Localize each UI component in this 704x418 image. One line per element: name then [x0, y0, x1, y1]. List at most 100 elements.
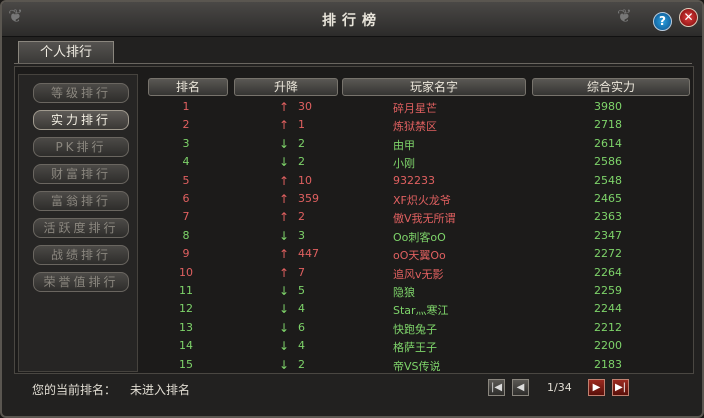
change-cell: 2 — [298, 210, 305, 224]
change-cell: 2 — [298, 136, 305, 150]
table-row[interactable]: 3 ↓ 2 由甲 2614 — [142, 137, 698, 156]
sidebar-item-level[interactable]: 等级排行 — [33, 83, 129, 103]
rank-cell: 1 — [182, 100, 190, 113]
arrow-down-icon: ↓ — [278, 320, 290, 335]
column-header-player-name[interactable]: 玩家名字 — [342, 78, 526, 96]
sidebar-item-strength[interactable]: 实力排行 — [33, 110, 129, 130]
change-cell: 359 — [298, 192, 319, 205]
sidebar-item-pk[interactable]: PK排行 — [33, 137, 129, 157]
change-cell: 1 — [298, 118, 305, 132]
rank-cell: 12 — [179, 302, 193, 316]
power-cell: 2465 — [594, 192, 622, 205]
power-cell: 2718 — [594, 118, 622, 132]
table-row[interactable]: 9 ↑ 447 oO天翼Oo 2272 — [142, 247, 698, 266]
change-cell: 2 — [298, 357, 305, 371]
change-cell: 7 — [298, 265, 305, 279]
rank-cell: 3 — [182, 136, 190, 150]
column-header-rank[interactable]: 排名 — [148, 78, 228, 96]
table-row[interactable]: 6 ↑ 359 XF炽火龙爷 2465 — [142, 192, 698, 211]
last-page-button[interactable]: ▶| — [612, 379, 629, 396]
first-page-button[interactable]: |◀ — [488, 379, 505, 396]
player-name-cell: Star灬寒江 — [393, 304, 449, 318]
next-page-button[interactable]: ▶ — [588, 379, 605, 396]
column-header-power[interactable]: 综合实力 — [532, 78, 690, 96]
table-row[interactable]: 8 ↓ 3 Oo刺客oO 2347 — [142, 229, 698, 248]
table-row[interactable]: 13 ↓ 6 快跑兔子 2212 — [142, 321, 698, 340]
sidebar-item-battle[interactable]: 战绩排行 — [33, 245, 129, 265]
arrow-down-icon: ↓ — [278, 155, 290, 170]
table-row[interactable]: 10 ↑ 7 追风v无影 2264 — [142, 266, 698, 285]
arrow-down-icon: ↓ — [278, 284, 290, 298]
table-row[interactable]: 5 ↑ 10 932233 2548 — [142, 174, 698, 193]
change-cell: 5 — [298, 284, 305, 297]
arrow-up-icon: ↑ — [278, 247, 290, 262]
power-cell: 2200 — [594, 339, 622, 353]
arrow-down-icon: ↓ — [278, 136, 290, 151]
category-sidebar: 等级排行 实力排行 PK排行 财富排行 富翁排行 活跃度排行 战绩排行 荣誉值排… — [18, 74, 138, 372]
close-button[interactable]: ✕ — [679, 8, 698, 27]
change-cell: 6 — [298, 320, 305, 334]
column-header-change[interactable]: 升降 — [234, 78, 338, 96]
change-cell: 3 — [298, 228, 305, 242]
rank-cell: 10 — [179, 265, 193, 279]
rank-cell: 2 — [182, 118, 190, 132]
first-page-icon: |◀ — [490, 382, 503, 393]
change-cell: 4 — [298, 302, 305, 316]
table-row[interactable]: 12 ↓ 4 Star灬寒江 2244 — [142, 302, 698, 321]
table-row[interactable]: 1 ↑ 30 碎月星芒 3980 — [142, 100, 698, 119]
player-name-cell: 格萨王子 — [393, 341, 437, 355]
power-cell: 2614 — [594, 136, 622, 150]
next-page-icon: ▶ — [592, 382, 601, 393]
player-name-cell: 碎月星芒 — [393, 102, 437, 115]
change-cell: 447 — [298, 247, 319, 261]
power-cell: 2264 — [594, 265, 622, 279]
rank-cell: 7 — [182, 210, 190, 224]
change-cell: 4 — [298, 339, 305, 353]
power-cell: 2212 — [594, 320, 622, 334]
sidebar-item-honor[interactable]: 荣誉值排行 — [33, 272, 129, 292]
player-name-cell: 932233 — [393, 173, 435, 187]
question-icon: ? — [659, 14, 666, 28]
table-row[interactable]: 15 ↓ 2 帝VS传说 2183 — [142, 358, 698, 377]
rank-cell: 14 — [179, 339, 193, 353]
my-rank-value: 未进入排名 — [130, 383, 191, 397]
arrow-up-icon: ↑ — [278, 265, 290, 280]
title-bar[interactable]: ❦ 排行榜 ❦ ? ✕ — [2, 2, 702, 37]
arrow-up-icon: ↑ — [278, 173, 290, 188]
help-button[interactable]: ? — [653, 12, 672, 31]
player-name-cell: 炼狱禁区 — [393, 120, 437, 134]
player-name-cell: 追风v无影 — [393, 267, 444, 281]
arrow-up-icon: ↑ — [278, 210, 290, 225]
power-cell: 3980 — [594, 100, 622, 113]
page-indicator: 1/34 — [547, 381, 572, 394]
tab-personal-ranking[interactable]: 个人排行 — [18, 41, 114, 63]
arrow-down-icon: ↓ — [278, 302, 290, 317]
sidebar-item-activity[interactable]: 活跃度排行 — [33, 218, 129, 238]
player-name-cell: 隐狼 — [393, 286, 415, 299]
power-cell: 2548 — [594, 173, 622, 187]
table-row[interactable]: 11 ↓ 5 隐狼 2259 — [142, 284, 698, 303]
prev-page-button[interactable]: ◀ — [512, 379, 529, 396]
table-row[interactable]: 7 ↑ 2 傲V我无所谓 2363 — [142, 210, 698, 229]
rank-cell: 9 — [182, 247, 190, 261]
table-row[interactable]: 14 ↓ 4 格萨王子 2200 — [142, 339, 698, 358]
arrow-up-icon: ↑ — [278, 192, 290, 206]
sidebar-item-wealth[interactable]: 财富排行 — [33, 164, 129, 184]
arrow-down-icon: ↓ — [278, 357, 290, 372]
table-row[interactable]: 2 ↑ 1 炼狱禁区 2718 — [142, 118, 698, 137]
rank-cell: 6 — [182, 192, 190, 205]
change-cell: 10 — [298, 173, 312, 187]
ranking-window: ❦ 排行榜 ❦ ? ✕ 个人排行 等级排行 实力排行 PK排行 财富排行 富翁排… — [0, 0, 704, 418]
player-name-cell: 小刚 — [393, 157, 415, 171]
rank-cell: 11 — [179, 284, 193, 297]
arrow-down-icon: ↓ — [278, 228, 290, 243]
power-cell: 2586 — [594, 155, 622, 169]
player-name-cell: oO天翼Oo — [393, 249, 446, 263]
rank-cell: 15 — [179, 357, 193, 371]
sidebar-item-tycoon[interactable]: 富翁排行 — [33, 191, 129, 211]
player-name-cell: 傲V我无所谓 — [393, 212, 456, 226]
tab-strip: 个人排行 — [14, 40, 692, 64]
power-cell: 2244 — [594, 302, 622, 316]
rank-cell: 13 — [179, 320, 193, 334]
table-row[interactable]: 4 ↓ 2 小刚 2586 — [142, 155, 698, 174]
